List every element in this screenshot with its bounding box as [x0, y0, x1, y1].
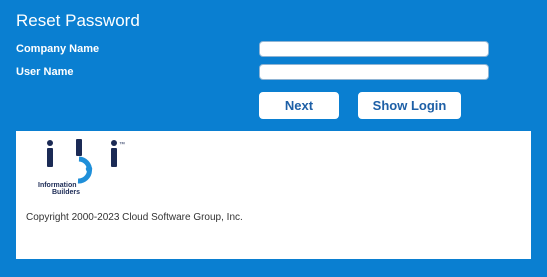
footer-panel: ™ Information Builders Copyright 2000-20… — [16, 131, 531, 259]
logo-text-line2: Builders — [52, 189, 81, 196]
user-name-input[interactable] — [259, 64, 489, 80]
next-button[interactable]: Next — [259, 92, 339, 119]
trademark-mark: ™ — [119, 141, 125, 148]
logo-text-line1: Information — [38, 182, 77, 189]
company-name-label: Company Name — [16, 43, 100, 55]
company-name-input[interactable] — [259, 41, 489, 57]
copyright-text: Copyright 2000-2023 Cloud Software Group… — [26, 212, 243, 223]
user-name-label: User Name — [16, 66, 74, 78]
page-title: Reset Password — [16, 11, 140, 30]
show-login-button[interactable]: Show Login — [358, 92, 461, 119]
ibi-logo: ™ Information Builders — [26, 139, 126, 196]
